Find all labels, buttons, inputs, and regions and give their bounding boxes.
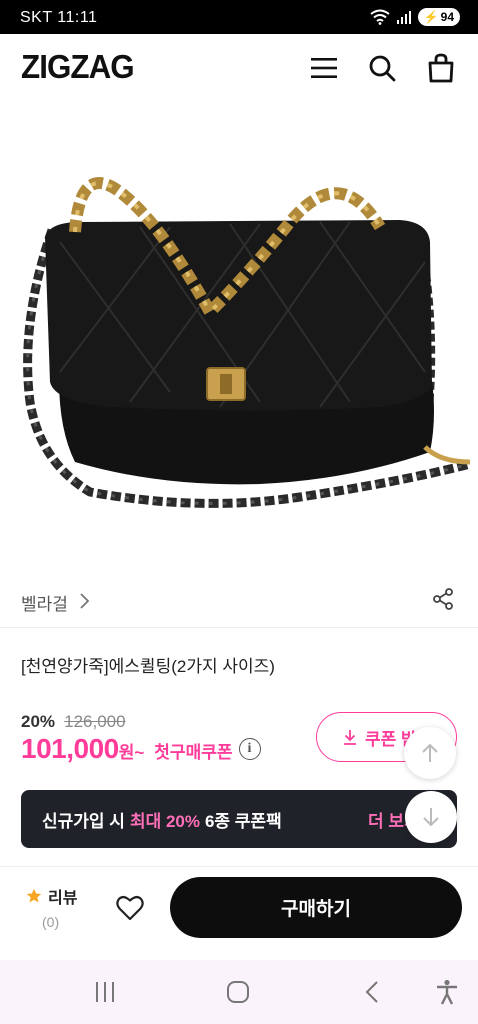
discount-rate: 20%	[21, 712, 56, 731]
like-button[interactable]	[114, 892, 146, 924]
download-icon	[344, 730, 356, 745]
accessibility-icon	[437, 979, 457, 1005]
share-button[interactable]	[432, 588, 454, 614]
status-bar: SKT 11:11 ⚡ 94	[0, 0, 478, 34]
recent-apps-icon	[96, 982, 114, 1002]
recent-apps-button[interactable]	[89, 976, 121, 1008]
battery-indicator: ⚡ 94	[417, 8, 460, 26]
charging-icon: ⚡	[423, 10, 439, 24]
info-icon[interactable]: i	[238, 738, 261, 760]
zigzag-logo[interactable]: ZIGZAG	[21, 48, 135, 86]
shopping-bag-icon	[428, 53, 454, 83]
banner-highlight: 최대 20%	[129, 811, 200, 831]
star-icon	[26, 888, 42, 903]
share-icon	[433, 588, 453, 610]
wifi-icon	[370, 9, 390, 25]
signal-icon	[396, 11, 411, 24]
buy-button[interactable]: 구매하기	[170, 877, 462, 938]
product-image[interactable]	[0, 102, 478, 570]
arrow-down-icon	[423, 808, 439, 827]
review-label: 리뷰	[48, 890, 78, 907]
status-icons: ⚡ 94	[370, 8, 460, 26]
sale-price: 101,000	[21, 733, 119, 764]
home-icon	[227, 981, 249, 1003]
review-header: 리뷰	[26, 884, 77, 908]
review-summary[interactable]: 리뷰 (0)	[26, 884, 77, 930]
app-header: ZIGZAG	[0, 34, 478, 102]
status-carrier-time: SKT 11:11	[20, 9, 98, 26]
system-nav-bar	[0, 960, 478, 1024]
handbag-illustration	[23, 177, 472, 508]
scroll-down-button[interactable]	[405, 791, 457, 843]
signup-coupon-banner[interactable]: 신규가입 시 최대 20% 6종 쿠폰팩 더 보기	[21, 790, 457, 848]
cart-button[interactable]	[425, 52, 457, 84]
arrow-up-icon	[422, 743, 438, 762]
chevron-right-icon	[80, 593, 90, 609]
back-button[interactable]	[356, 976, 388, 1008]
original-price: 126,000	[64, 712, 126, 731]
banner-prefix: 신규가입 시	[42, 811, 125, 831]
accessibility-button[interactable]	[431, 976, 463, 1008]
brand-name[interactable]: 벨라걸	[21, 590, 68, 615]
first-purchase-coupon-label: 첫구매쿠폰	[154, 743, 233, 762]
home-button[interactable]	[222, 976, 254, 1008]
heart-icon	[116, 896, 144, 921]
review-count: (0)	[42, 914, 60, 930]
scroll-up-button[interactable]	[404, 727, 456, 779]
divider	[0, 866, 478, 867]
search-button[interactable]	[366, 52, 398, 84]
back-icon	[365, 981, 378, 1003]
menu-button[interactable]	[308, 52, 340, 84]
sale-price-row: 101,000 원~ 첫구매쿠폰 i	[21, 733, 261, 765]
hamburger-menu-icon	[311, 58, 337, 78]
battery-level: 94	[440, 10, 454, 24]
banner-suffix: 6종 쿠폰팩	[204, 811, 282, 831]
price-original-row: 20% 126,000	[21, 712, 126, 732]
search-icon	[369, 55, 396, 82]
sale-price-unit: 원~	[118, 743, 145, 762]
brand-row[interactable]: 벨라걸	[0, 580, 478, 628]
product-title: [천연양가죽]에스퀼팅(2가지 사이즈)	[21, 657, 275, 676]
